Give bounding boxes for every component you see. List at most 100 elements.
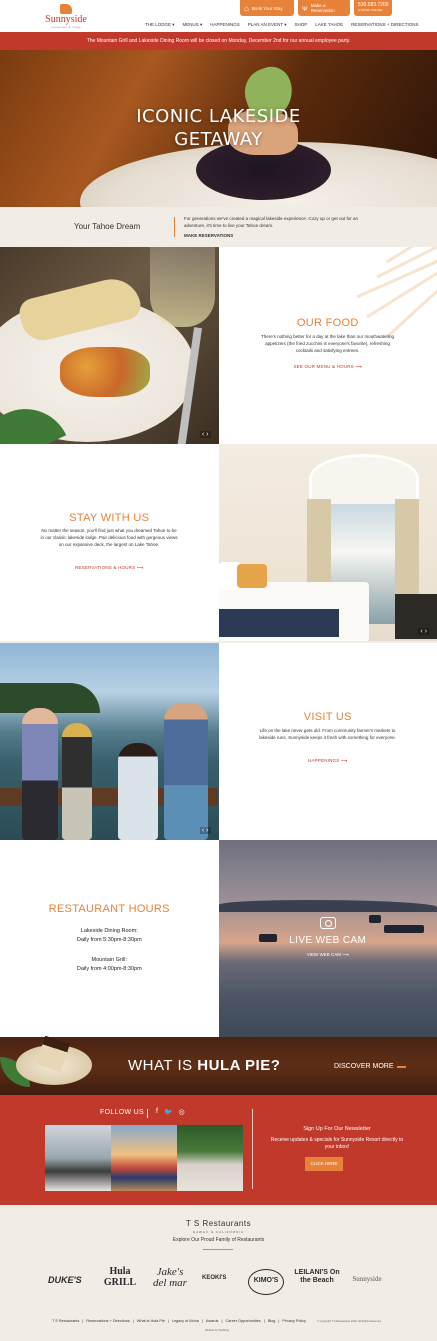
nav-happenings[interactable]: HAPPENINGS <box>210 22 240 28</box>
hula-pie-heading-bold: HULA PIE? <box>197 1057 281 1074</box>
jakes-del-mar-logo[interactable]: Jake's del mar <box>151 1267 189 1289</box>
footer-link-hula-pie[interactable]: What is Hula Pie <box>137 1319 165 1323</box>
site-header: Sunnyside restaurant & lodge ⌂ Book Your… <box>0 0 437 32</box>
newsletter-click-here-button[interactable]: CLICK HERE <box>305 1157 343 1171</box>
footer-separator: | <box>132 1319 134 1323</box>
room-slider-arrows[interactable]: ‹ › <box>418 628 429 635</box>
boat-image <box>383 925 424 933</box>
top-action-buttons: ⌂ Book Your Stay ᴪ Make a Reservation 53… <box>240 0 392 16</box>
footer: T S Restaurants HAWAII & CALIFORNIA Expl… <box>0 1205 437 1341</box>
arrow-right-icon <box>397 1066 406 1068</box>
hula-pie-banner[interactable]: WHAT IS HULA PIE? DISCOVER MORE <box>0 1035 437 1095</box>
room-image-tile: ‹ › <box>218 444 437 641</box>
reservations-hours-link[interactable]: RESERVATIONS & HOURS ⟶ <box>0 565 219 571</box>
footer-link-legacy[interactable]: Legacy of Aloha <box>172 1319 199 1323</box>
visit-text: Life on the lake never gets old. From co… <box>259 728 396 740</box>
website-credit[interactable]: Website by Starfiring <box>205 1329 229 1332</box>
footer-rule <box>203 1249 233 1250</box>
grill-time: Daily from 4:00pm-8:30pm <box>76 966 142 972</box>
happenings-link[interactable]: HAPPENINGS ⟶ <box>219 758 437 764</box>
make-reservation-button[interactable]: ᴪ Make a Reservation <box>298 0 350 16</box>
footer-separator: | <box>221 1319 223 1323</box>
see-menu-link[interactable]: SEE OUR MENU & HOURS ⟶ <box>219 364 437 370</box>
people-image-tile: ‹ › <box>0 643 219 840</box>
footer-link-reservations[interactable]: Reservations + Directions <box>86 1319 129 1323</box>
palm-decoration-icon <box>356 247 437 339</box>
dream-divider <box>174 217 175 237</box>
room-arch-window-image <box>308 454 419 504</box>
facebook-icon[interactable]: f <box>156 1108 158 1116</box>
logo-name: Sunnyside <box>45 14 87 25</box>
room-blanket-image <box>218 609 339 637</box>
sunnyside-logo[interactable]: Sunnyside restaurant & lodge <box>44 4 88 31</box>
stay-title: STAY WITH US <box>69 512 150 524</box>
phone-sub: or BOOK ONLINE <box>358 8 383 12</box>
bed-icon: ⌂ <box>244 3 249 13</box>
hero-title-line2: GETAWAY <box>174 129 263 150</box>
hula-pie-heading-pre: WHAT IS <box>128 1057 198 1074</box>
hula-grill-logo[interactable]: Hula GRILL <box>100 1266 140 1288</box>
instagram-icon[interactable]: ◎ <box>179 1108 185 1116</box>
twitter-icon[interactable]: 🐦 <box>164 1108 173 1116</box>
footer-link-ts-restaurants[interactable]: T S Restaurants <box>52 1319 79 1323</box>
webcam-title: LIVE WEB CAM <box>289 935 367 946</box>
make-reservations-link[interactable]: MAKE RESERVATIONS <box>184 233 233 238</box>
footer-link-blog[interactable]: Blog <box>268 1319 276 1323</box>
visit-slider-arrows[interactable]: ‹ › <box>199 827 211 834</box>
food-slider-arrows[interactable]: ‹ › <box>199 431 211 438</box>
sunnyside-footer-logo[interactable]: Sunnyside <box>346 1275 388 1283</box>
hero-title: ICONIC LAKESIDE GETAWAY <box>0 105 437 151</box>
person-1-image <box>22 708 58 840</box>
mountain-image <box>218 900 437 912</box>
webcam-tile[interactable]: LIVE WEB CAM VIEW WEB CAM ⟶ <box>218 840 437 1037</box>
footer-separator: | <box>82 1319 84 1323</box>
food-text: There's nothing better for a day at the … <box>261 334 394 353</box>
ts-restaurants-logo[interactable]: T S Restaurants <box>0 1219 437 1228</box>
discover-more-link[interactable]: DISCOVER MORE <box>334 1063 394 1070</box>
instagram-photo-wedding[interactable] <box>45 1125 111 1191</box>
dining-icon: ᴪ <box>302 3 308 13</box>
book-stay-button[interactable]: ⌂ Book Your Stay <box>240 0 294 16</box>
person-4-image <box>164 703 208 840</box>
kimos-logo[interactable]: KIMO'S <box>248 1269 284 1295</box>
footer-link-careers[interactable]: Career Opportunities <box>225 1319 260 1323</box>
hula-pie-heading: WHAT IS HULA PIE? <box>128 1057 280 1074</box>
nav-menus[interactable]: MENUS ▾ <box>183 22 203 28</box>
person-2-image <box>62 723 92 840</box>
alert-banner: The Mountain Grill and Lakeside Dining R… <box>0 32 437 50</box>
phone-button[interactable]: 530.583.7200 or BOOK ONLINE <box>354 0 392 16</box>
nav-the-lodge[interactable]: THE LODGE ▾ <box>145 22 175 28</box>
visit-text-tile: VISIT US Life on the lake never gets old… <box>218 643 437 840</box>
social-newsletter-section: FOLLOW US f 🐦 ◎ Sign Up For Our Newslett… <box>0 1095 437 1205</box>
view-webcam-link[interactable]: VIEW WEB CAM ⟶ <box>219 952 437 958</box>
stay-text-tile: STAY WITH US No matter the season, you'l… <box>0 444 219 641</box>
main-nav: THE LODGE ▾ MENUS ▾ HAPPENINGS PLAN AN E… <box>145 22 419 28</box>
hours-title: RESTAURANT HOURS <box>48 903 170 915</box>
explore-family-text: Explore Our Proud Family of Restaurants <box>172 1237 265 1243</box>
dream-text: For generations we've created a magical … <box>184 216 358 228</box>
footer-separator: | <box>278 1319 280 1323</box>
nav-reservations-directions[interactable]: RESERVATIONS + DIRECTIONS <box>351 22 418 28</box>
hours-tile: RESTAURANT HOURS Lakeside Dining Room: D… <box>0 840 219 1037</box>
keokis-logo[interactable]: KEOKI'S <box>202 1275 226 1281</box>
make-reservation-label: Make a Reservation <box>310 3 335 13</box>
trees-image <box>0 683 100 713</box>
dukes-logo[interactable]: DUKE'S <box>48 1275 82 1285</box>
person-3-image <box>118 743 158 840</box>
hero-section: ICONIC LAKESIDE GETAWAY <box>0 50 437 207</box>
stay-text: No matter the season, you'll find just w… <box>40 528 178 547</box>
instagram-photo-flag[interactable] <box>111 1125 177 1191</box>
nav-lake-tahoe[interactable]: LAKE TAHOE <box>315 22 343 28</box>
phone-text: 530.583.7200 or BOOK ONLINE <box>358 3 389 13</box>
grill-name: Mountain Grill: <box>91 957 127 963</box>
newsletter-text: Receive updates & specials for Sunnyside… <box>270 1137 404 1150</box>
leilanis-logo[interactable]: LEILANI'S On the Beach <box>294 1269 340 1285</box>
room-chair-image <box>394 594 437 639</box>
nav-plan-an-event[interactable]: PLAN AN EVENT ▾ <box>248 22 287 28</box>
footer-separator: | <box>263 1319 265 1323</box>
ts-restaurants-subtitle: HAWAII & CALIFORNIA <box>192 1230 245 1234</box>
nav-shop[interactable]: SHOP <box>295 22 308 28</box>
footer-link-awards[interactable]: Awards <box>206 1319 219 1323</box>
footer-link-privacy[interactable]: Privacy Policy <box>282 1319 306 1323</box>
instagram-photo-people[interactable] <box>177 1125 243 1191</box>
